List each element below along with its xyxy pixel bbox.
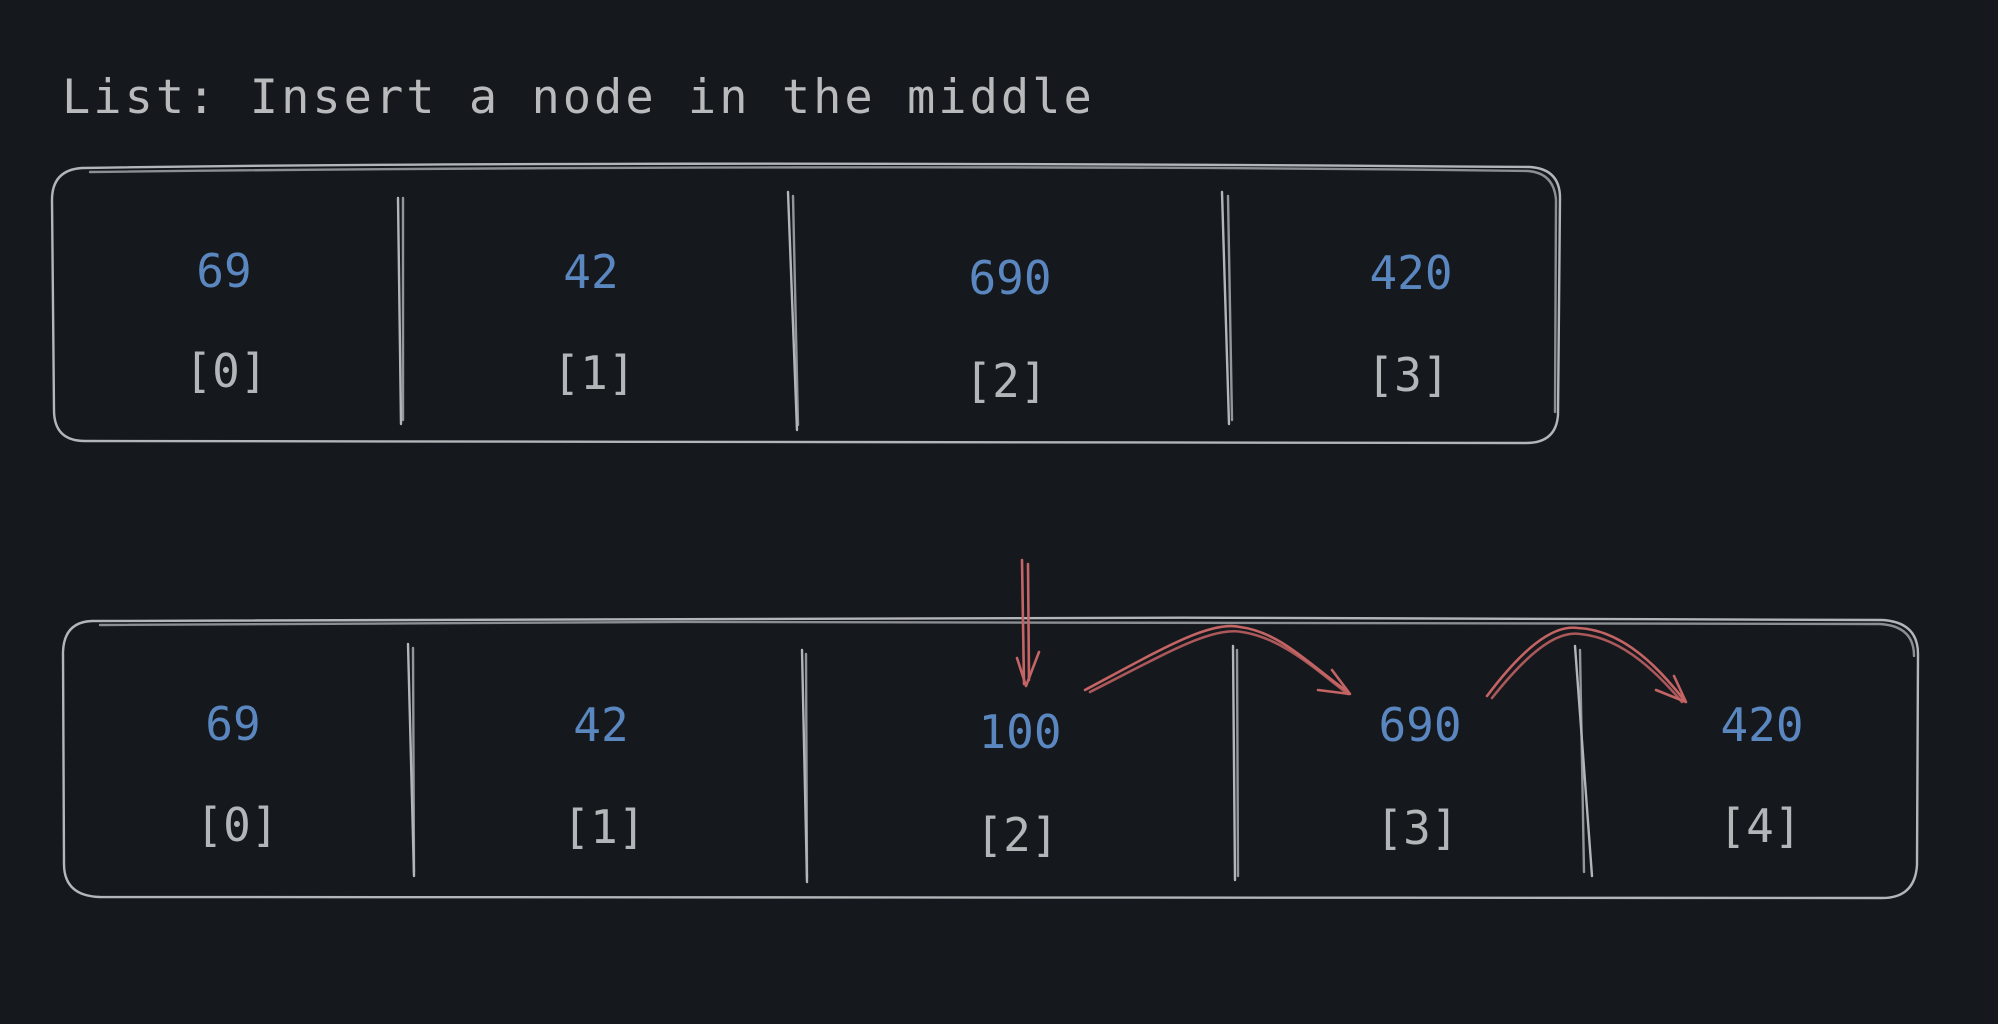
diagram-canvas [50, 162, 1920, 900]
node-index: [3] [1375, 801, 1459, 855]
node-index: [3] [1366, 348, 1450, 402]
shift-arrow-1 [1083, 624, 1352, 696]
node-index: [1] [562, 800, 646, 854]
node-index: [2] [964, 354, 1048, 408]
inserted-node-value: 100 [978, 705, 1062, 759]
node-value: 42 [573, 698, 629, 752]
node-value: 690 [968, 251, 1052, 305]
node-value: 420 [1720, 698, 1804, 752]
node-index: [0] [195, 798, 279, 852]
node-value: 690 [1378, 698, 1462, 752]
node-value: 42 [563, 245, 619, 299]
node-index: [0] [184, 344, 268, 398]
node-index: [4] [1718, 799, 1802, 853]
inserted-node-index: [2] [975, 808, 1059, 862]
node-value: 420 [1369, 246, 1453, 300]
list-before-container [50, 162, 1562, 445]
node-value: 69 [205, 697, 261, 751]
node-value: 69 [196, 244, 252, 298]
node-index: [1] [552, 346, 636, 400]
shift-arrow-2 [1485, 626, 1688, 704]
